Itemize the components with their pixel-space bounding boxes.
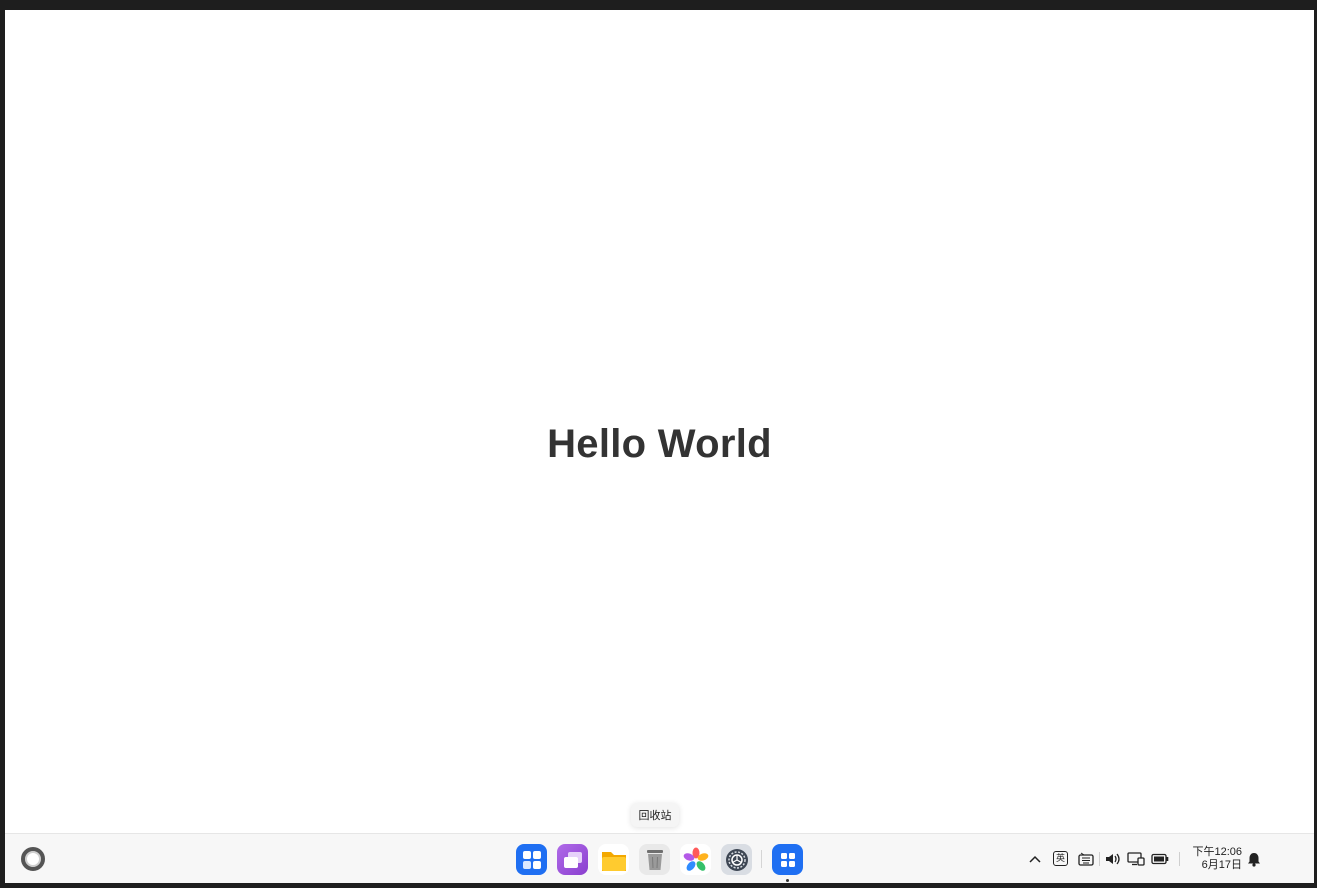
bell-icon[interactable] [1245,850,1263,868]
dock-separator [761,850,762,868]
multitask-icon[interactable] [557,844,588,875]
display-icon[interactable] [1127,850,1145,868]
launcher-ring-icon[interactable] [21,847,45,871]
clock-time: 下午12:06 [1192,846,1242,858]
launcher-grid-icon[interactable] [516,844,547,875]
window-frame-top [0,0,1317,10]
keyboard-icon[interactable] [1077,850,1095,868]
photos-icon[interactable] [680,844,711,875]
trash-icon[interactable] [639,844,670,875]
chevron-up-icon[interactable] [1026,850,1044,868]
tray-separator-clock [1179,852,1180,866]
desktop-area: Hello World [5,10,1314,833]
settings-icon[interactable] [721,844,752,875]
hello-world-text: Hello World [547,422,772,466]
ime-indicator[interactable]: 英 [1053,851,1068,866]
file-manager-icon[interactable] [598,844,629,875]
battery-icon [1151,850,1169,868]
volume-icon[interactable] [1104,850,1122,868]
running-indicator [786,879,789,882]
clock-date: 6月17日 [1201,859,1242,871]
tray-separator [1099,852,1100,866]
clock[interactable]: 下午12:06 6月17日 [1186,846,1242,872]
app-grid-icon[interactable] [772,844,803,875]
taskbar: 英 下午12:06 6月17日 [5,833,1314,883]
trash-tooltip: 回收站 [631,803,679,827]
